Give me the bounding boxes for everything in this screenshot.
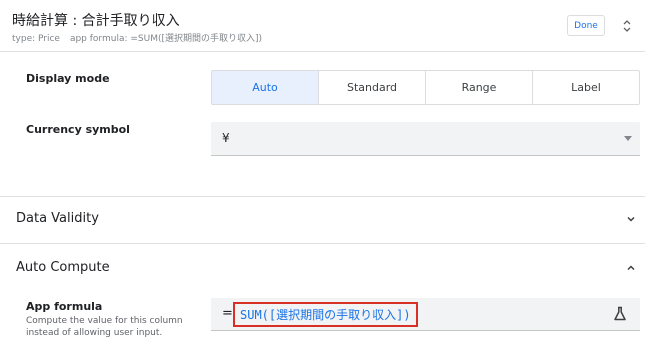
divider: [0, 243, 645, 244]
dropdown-arrow-icon: [624, 136, 632, 141]
column-subtitle: type: Price app formula: =SUM([選択期間の手取り収入…: [12, 31, 262, 44]
currency-symbol-value: ¥: [222, 131, 230, 145]
display-mode-option-standard[interactable]: Standard: [319, 71, 426, 104]
app-formula-input[interactable]: = SUM([選択期間の手取り収入]): [211, 298, 640, 331]
formula-equals-sign: =: [222, 306, 233, 321]
up-down-chevron-icon[interactable]: [620, 15, 634, 37]
formula-expression[interactable]: SUM([選択期間の手取り収入]): [233, 302, 418, 327]
column-type: type: Price: [12, 34, 60, 44]
display-mode-segmented-control: Auto Standard Range Label: [211, 70, 640, 105]
display-mode-label: Display mode: [26, 72, 110, 85]
chevron-up-icon[interactable]: [626, 263, 636, 273]
column-formula-summary: app formula: =SUM([選択期間の手取り収入]): [69, 34, 263, 44]
done-button[interactable]: Done: [567, 15, 605, 36]
data-validity-header[interactable]: Data Validity: [16, 211, 99, 226]
divider: [0, 196, 645, 197]
display-mode-option-range[interactable]: Range: [426, 71, 533, 104]
currency-symbol-select[interactable]: ¥: [211, 122, 640, 156]
display-mode-option-auto[interactable]: Auto: [212, 71, 319, 104]
chevron-down-icon[interactable]: [626, 214, 636, 224]
column-title: 時給計算 : 合計手取り収入: [12, 13, 180, 29]
currency-symbol-label: Currency symbol: [26, 123, 130, 136]
display-mode-option-label[interactable]: Label: [533, 71, 639, 104]
app-formula-help: Compute the value for this column instea…: [26, 316, 183, 338]
column-editor: Display mode Auto Standard Range Label C…: [0, 52, 645, 363]
auto-compute-header[interactable]: Auto Compute: [16, 260, 110, 275]
flask-icon[interactable]: [613, 306, 627, 322]
column-header: 時給計算 : 合計手取り収入 type: Price app formula: =…: [0, 0, 645, 52]
app-formula-label: App formula: [26, 300, 103, 313]
